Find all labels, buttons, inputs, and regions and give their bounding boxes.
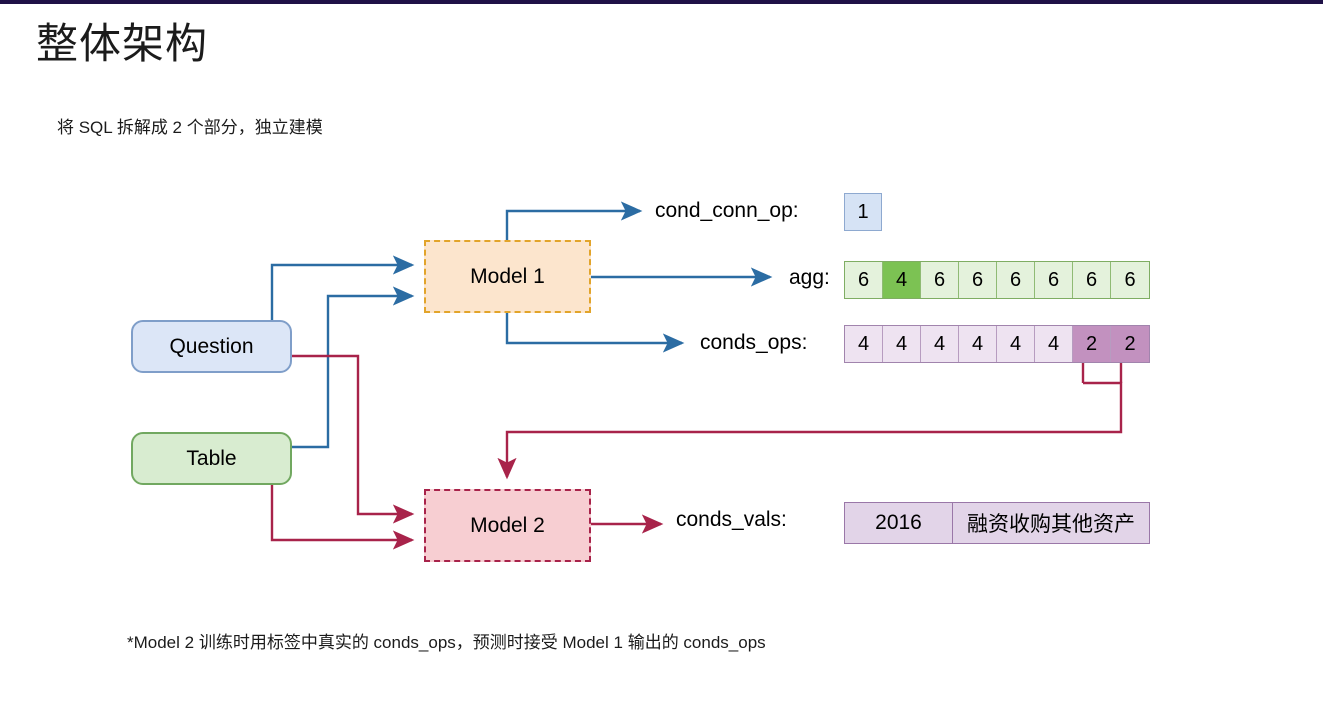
- output-grid-conds-vals: 2016 融资收购其他资产: [844, 502, 1150, 544]
- node-model1-label: Model 1: [470, 264, 545, 288]
- grid-cell: 2016: [845, 503, 953, 543]
- page-subtitle: 将 SQL 拆解成 2 个部分，独立建模: [57, 118, 323, 137]
- grid-cell: 4: [883, 326, 921, 362]
- output-label-conds-vals: conds_vals:: [676, 508, 787, 531]
- grid-cell: 4: [1035, 326, 1073, 362]
- node-question[interactable]: Question: [131, 320, 292, 373]
- grid-cell: 6: [959, 262, 997, 298]
- grid-cell: 6: [1035, 262, 1073, 298]
- output-label-conds-ops: conds_ops:: [700, 331, 808, 354]
- footnote-text: *Model 2 训练时用标签中真实的 conds_ops，预测时接受 Mode…: [127, 633, 766, 652]
- node-table[interactable]: Table: [131, 432, 292, 485]
- edge-model1-to-conds-ops: [505, 313, 685, 353]
- grid-cell: 4: [845, 326, 883, 362]
- grid-cell: 4: [921, 326, 959, 362]
- grid-cell: 6: [997, 262, 1035, 298]
- grid-cell: 4: [883, 262, 921, 298]
- output-grid-cond-conn-op: 1: [844, 193, 882, 231]
- node-question-label: Question: [169, 334, 254, 358]
- grid-cell: 4: [997, 326, 1035, 362]
- grid-cell: 6: [1111, 262, 1149, 298]
- grid-cell: 4: [959, 326, 997, 362]
- edge-table-to-model1: [292, 286, 415, 449]
- grid-cell: 6: [921, 262, 959, 298]
- output-label-agg: agg:: [789, 266, 830, 289]
- edge-question-to-model2: [292, 354, 415, 524]
- edge-question-to-model1: [270, 255, 415, 320]
- grid-cell: 2: [1111, 326, 1149, 362]
- output-grid-agg: 64666666: [844, 261, 1150, 299]
- grid-cell: 1: [845, 194, 881, 230]
- node-model1[interactable]: Model 1: [424, 240, 591, 313]
- output-label-cond-conn-op: cond_conn_op:: [655, 199, 799, 222]
- grid-cell: 6: [1073, 262, 1111, 298]
- slide-canvas: 整体架构 将 SQL 拆解成 2 个部分，独立建模 Question Table…: [0, 0, 1323, 713]
- edge-table-to-model2: [270, 485, 415, 550]
- accent-top-bar: [0, 0, 1323, 4]
- node-model2[interactable]: Model 2: [424, 489, 591, 562]
- edge-model1-to-cond-conn-op: [505, 201, 643, 240]
- node-model2-label: Model 2: [470, 513, 545, 537]
- grid-cell: 6: [845, 262, 883, 298]
- edge-conds-ops-feedback-to-model2: [497, 381, 1123, 480]
- grid-cell: 2: [1073, 326, 1111, 362]
- grid-cell: 融资收购其他资产: [953, 503, 1149, 543]
- node-table-label: Table: [186, 446, 237, 470]
- output-grid-conds-ops: 44444422: [844, 325, 1150, 363]
- page-title: 整体架构: [36, 20, 209, 67]
